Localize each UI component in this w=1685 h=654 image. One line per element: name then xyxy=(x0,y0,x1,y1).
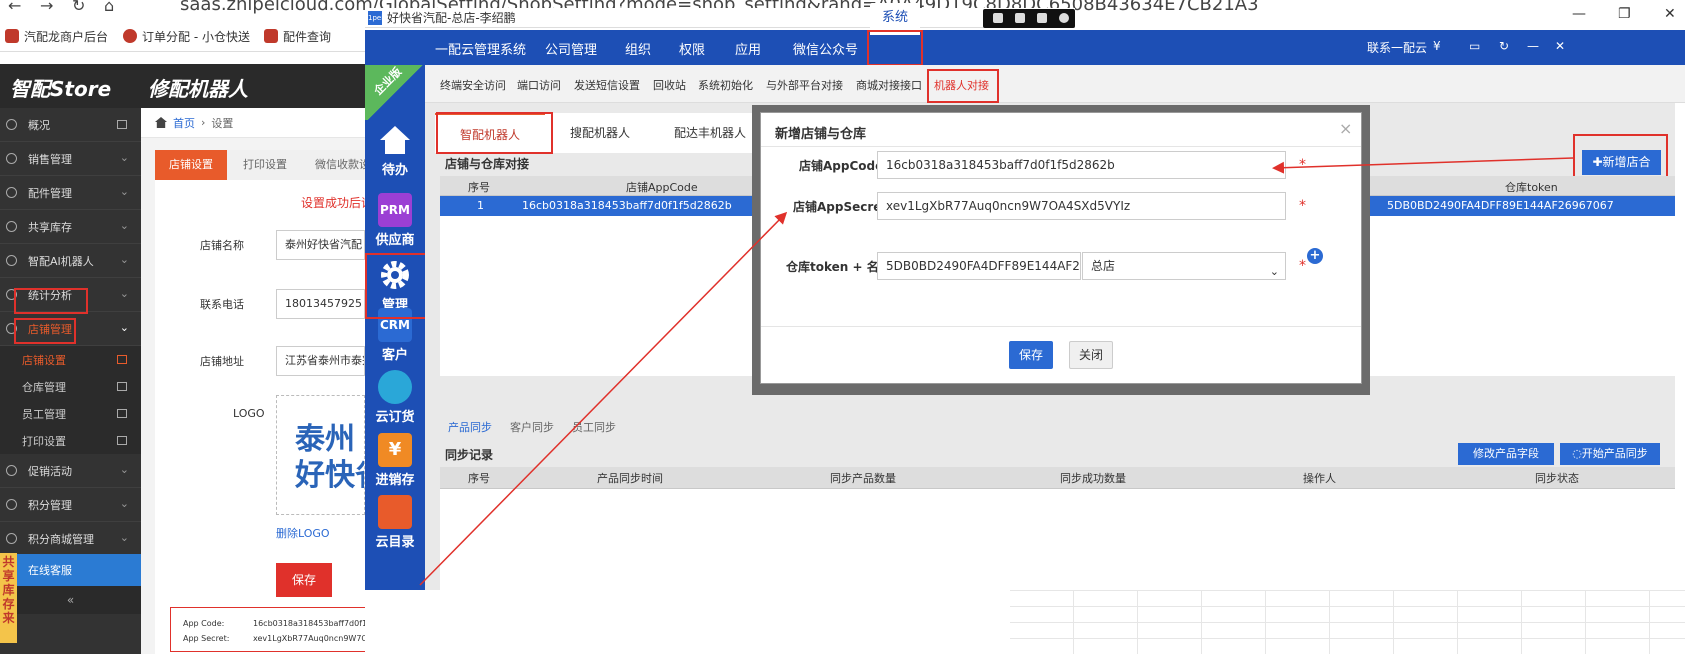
screen: ← → ↻ ⌂ saas.zhipeicloud.com/GlobalSetti… xyxy=(0,0,1685,654)
arrow-to-appcode xyxy=(1272,157,1574,174)
arrow-to-appsecret xyxy=(419,211,788,586)
annotation-arrows xyxy=(419,157,1574,586)
